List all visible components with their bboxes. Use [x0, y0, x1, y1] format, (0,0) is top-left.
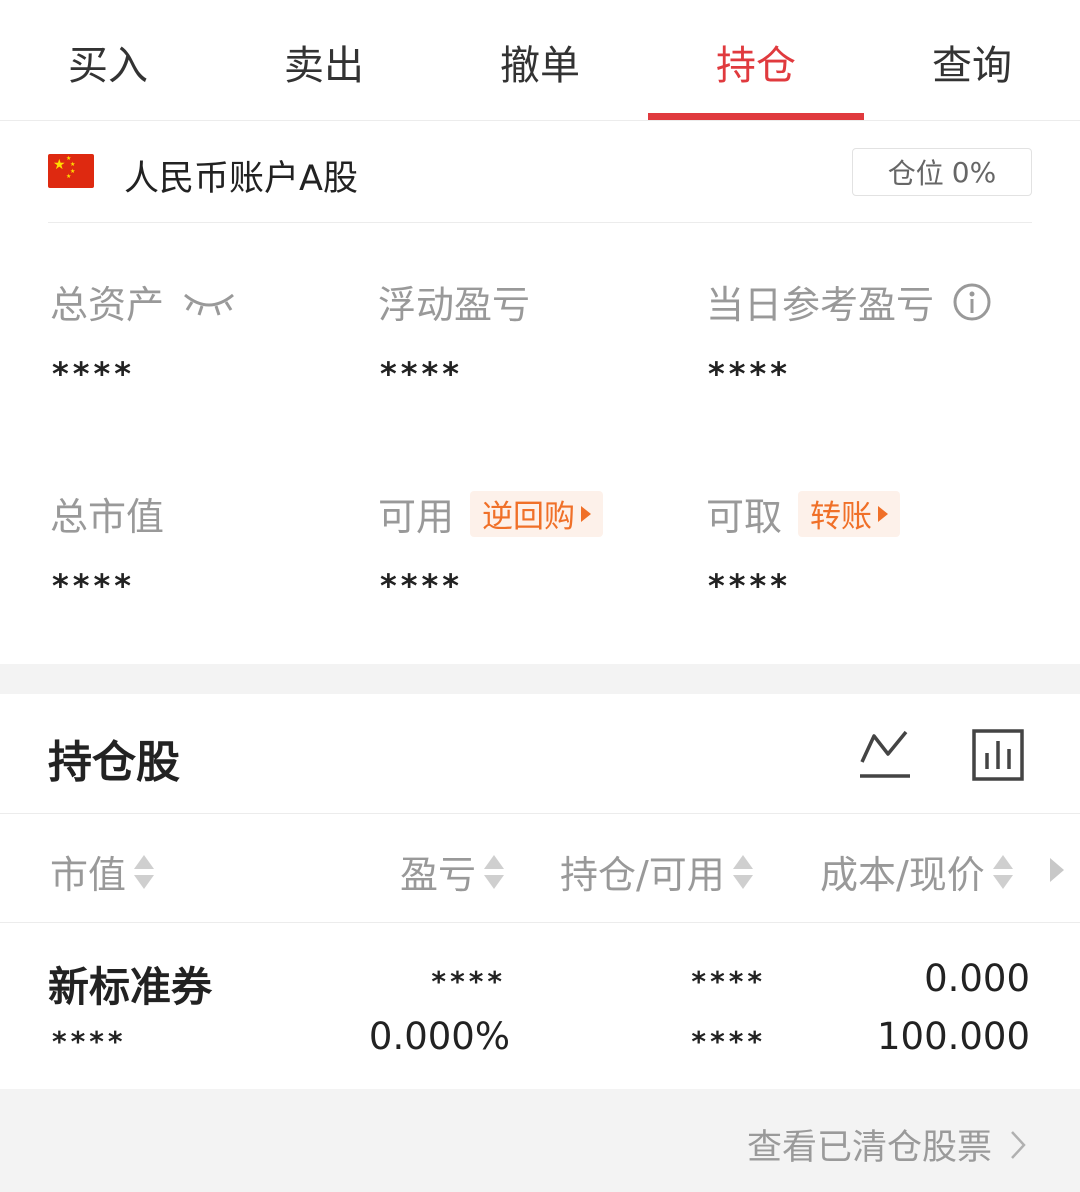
reverse-repo-label: 逆回购 — [482, 499, 576, 535]
info-icon[interactable] — [952, 282, 992, 322]
tab-sell[interactable]: 卖出 — [216, 0, 432, 120]
sort-icon — [992, 853, 1013, 891]
position-badge: 仓位 0% — [852, 148, 1032, 196]
floating-pl-label: 浮动盈亏 — [378, 274, 530, 329]
account-row[interactable]: ★ ★ ★ ★ ★ 人民币账户A股 仓位 0% — [48, 124, 1032, 223]
chevron-right-icon — [1011, 1130, 1026, 1159]
sort-icon — [134, 853, 155, 891]
available-value: **** — [380, 567, 463, 605]
china-flag-icon: ★ ★ ★ ★ ★ — [48, 154, 94, 188]
table-row[interactable]: 新标准券 **** **** 0.000% **** **** 0.000 10… — [0, 923, 1080, 1089]
trade-tabs: 买入 卖出 撤单 持仓 查询 — [0, 0, 1080, 121]
transfer-label: 转账 — [810, 499, 873, 535]
stat-label-text: 总市值 — [50, 495, 165, 539]
section-divider — [0, 664, 1080, 694]
line-chart-icon[interactable] — [858, 728, 912, 780]
divider — [0, 813, 1080, 814]
reverse-repo-button[interactable]: 逆回购 — [470, 490, 604, 537]
holding-cell: **** — [691, 965, 766, 998]
tab-label: 买入 — [68, 43, 148, 89]
market-value-cell: **** — [52, 1025, 127, 1058]
total-assets-label: 总资产 — [50, 274, 236, 329]
stat-label-text: 浮动盈亏 — [378, 283, 531, 327]
sort-icon — [732, 853, 753, 891]
cleared-stocks-label: 查看已清仓股票 — [746, 1128, 992, 1168]
tab-cancel[interactable]: 撤单 — [432, 0, 648, 120]
holdings-title: 持仓股 — [48, 737, 180, 788]
tab-label: 持仓 — [716, 43, 796, 89]
bar-chart-icon[interactable] — [972, 729, 1024, 781]
tab-query[interactable]: 查询 — [864, 0, 1080, 120]
stat-label-text: 可取 — [706, 495, 783, 539]
floating-pl-value: **** — [380, 355, 463, 393]
column-pl[interactable]: 盈亏 — [400, 844, 505, 899]
tab-label: 查询 — [932, 43, 1012, 89]
stock-name: 新标准券 — [48, 963, 212, 1011]
market-value-value: **** — [52, 567, 135, 605]
account-name: 人民币账户A股 — [124, 159, 358, 199]
market-value-label: 总市值 — [50, 486, 164, 541]
withdrawable-label: 可取 转账 — [706, 486, 901, 541]
column-label: 成本/现价 — [820, 853, 985, 897]
cost-cell: 0.000 — [924, 957, 1030, 1000]
column-holding-available[interactable]: 持仓/可用 — [560, 844, 753, 899]
position-value: 0% — [951, 155, 997, 189]
pl-cell: **** — [431, 965, 506, 998]
tab-label: 卖出 — [284, 43, 364, 89]
position-label: 仓位 — [887, 157, 944, 190]
transfer-button[interactable]: 转账 — [798, 490, 901, 537]
daily-pl-label: 当日参考盈亏 — [706, 274, 992, 329]
column-label: 盈亏 — [400, 853, 477, 897]
available-cell: **** — [691, 1025, 766, 1058]
price-cell: 100.000 — [876, 1015, 1030, 1058]
column-label: 市值 — [50, 853, 127, 897]
cleared-stocks-link[interactable]: 查看已清仓股票 — [747, 1119, 1026, 1170]
available-label: 可用 逆回购 — [378, 486, 604, 541]
triangle-right-icon — [581, 505, 592, 522]
tab-holdings[interactable]: 持仓 — [648, 0, 864, 120]
withdrawable-value: **** — [708, 567, 791, 605]
tab-buy[interactable]: 买入 — [0, 0, 216, 120]
pl-pct-cell: 0.000% — [368, 1015, 510, 1058]
column-label: 持仓/可用 — [560, 853, 725, 897]
column-cost-price[interactable]: 成本/现价 — [820, 844, 1013, 899]
footer: 查看已清仓股票 — [0, 1089, 1080, 1192]
scroll-right-icon[interactable] — [1050, 858, 1064, 882]
total-assets-value: **** — [52, 355, 135, 393]
sort-icon — [484, 853, 505, 891]
tab-label: 撤单 — [500, 43, 580, 89]
stat-label-text: 当日参考盈亏 — [706, 283, 935, 327]
daily-pl-value: **** — [708, 355, 791, 393]
stat-label-text: 可用 — [378, 495, 455, 539]
stat-label-text: 总资产 — [50, 283, 165, 327]
eye-closed-icon[interactable] — [182, 287, 236, 317]
triangle-right-icon — [878, 505, 889, 522]
column-market-value[interactable]: 市值 — [50, 844, 155, 899]
